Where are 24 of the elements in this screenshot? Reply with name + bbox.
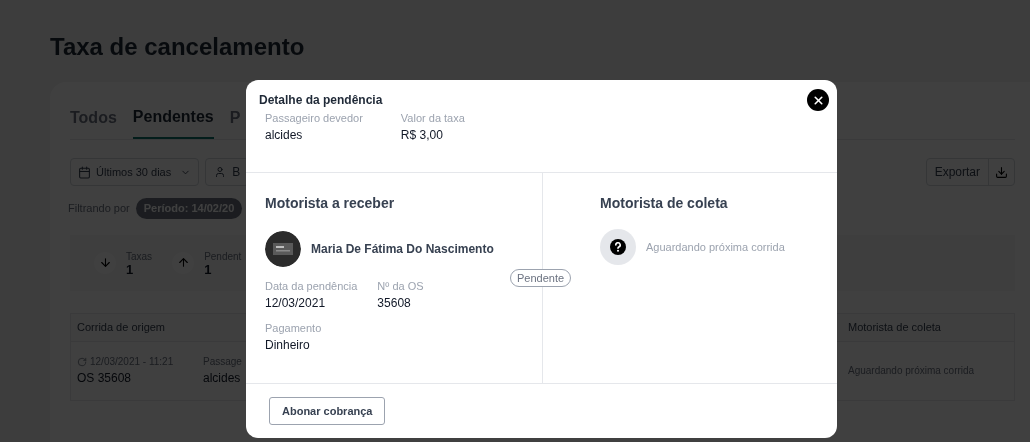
- field-label: Passageiro devedor: [265, 111, 363, 125]
- close-icon: [811, 93, 825, 107]
- passenger-name: alcides: [203, 370, 242, 387]
- close-button[interactable]: [807, 89, 829, 111]
- field-label: Nº da OS: [377, 279, 424, 293]
- field-value: R$ 3,00: [400, 127, 444, 144]
- ride-number: OS 35608: [77, 370, 133, 387]
- modal-title: Detalhe da pendência: [259, 92, 383, 109]
- field-label: Pagamento: [265, 321, 323, 335]
- field-value: 12/03/2021: [265, 295, 327, 312]
- driver-name: Maria De Fátima Do Nascimento: [311, 241, 494, 258]
- field-label: Valor da taxa: [400, 111, 465, 125]
- waive-charge-button[interactable]: Abonar cobrança: [269, 397, 386, 425]
- waiting-text: Aguardando próxima corrida: [646, 239, 785, 255]
- field-label: Data da pendência: [265, 279, 358, 293]
- section-title: Motorista de coleta: [600, 194, 729, 213]
- stat-value: 1: [126, 262, 135, 276]
- field-value: Dinheiro: [265, 337, 311, 354]
- status-badge: Pendente: [510, 269, 572, 287]
- section-title: Motorista a receber: [265, 194, 396, 213]
- help-icon: [600, 229, 636, 265]
- field-value: alcides: [265, 127, 304, 144]
- field-value: 35608: [377, 295, 412, 312]
- stat-value: 1: [204, 262, 213, 276]
